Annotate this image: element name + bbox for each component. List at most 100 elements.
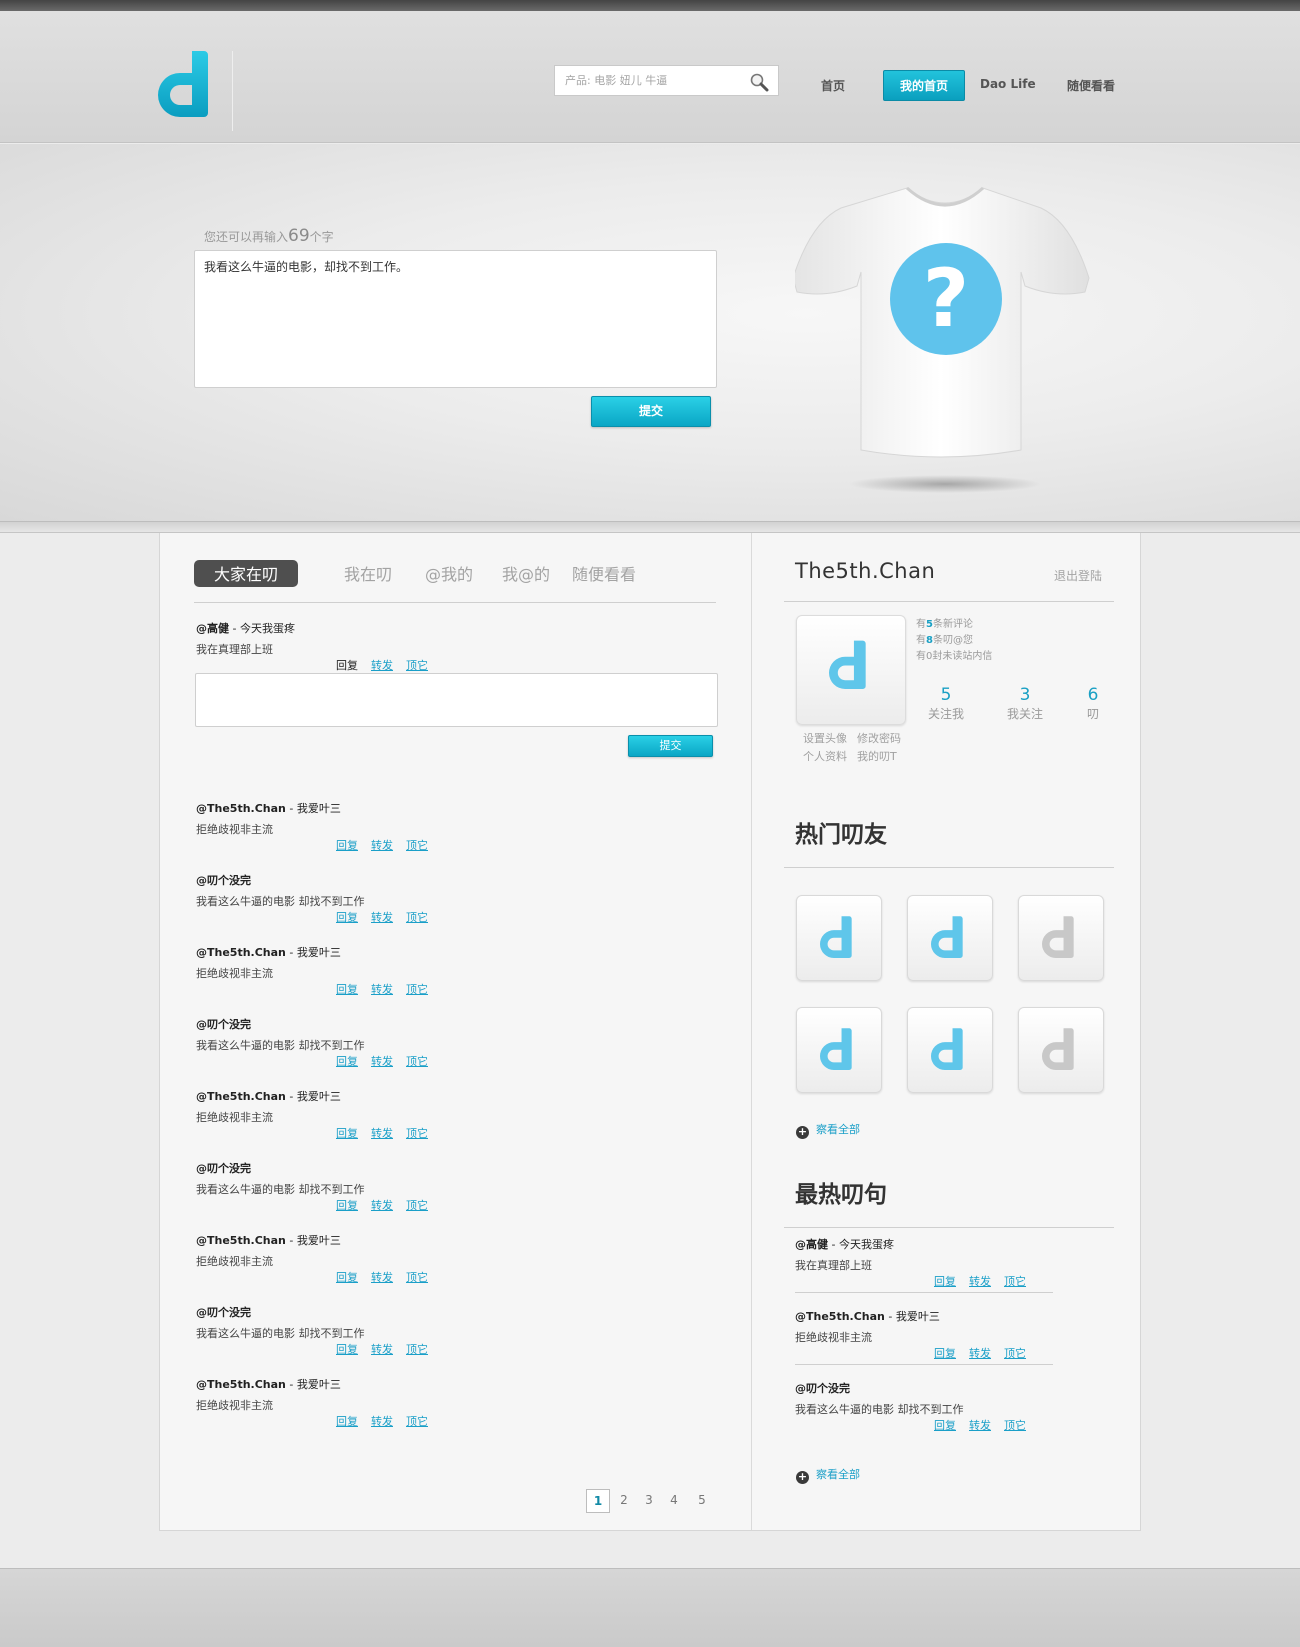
upvote-link[interactable]: 顶它 [406, 1271, 428, 1284]
repost-link[interactable]: 转发 [371, 1415, 393, 1428]
repost-link[interactable]: 转发 [371, 1199, 393, 1212]
change-password-link[interactable]: 修改密码 [857, 732, 901, 745]
post-user[interactable]: @叨个没完 [196, 1306, 251, 1319]
friend-avatar[interactable] [796, 1007, 882, 1093]
reply-link[interactable]: 回复 [336, 1055, 358, 1068]
upvote-link[interactable]: 顶它 [1004, 1419, 1026, 1432]
page-3[interactable]: 3 [637, 1489, 661, 1513]
see-all-friends-link[interactable]: + 察看全部 [796, 1121, 860, 1139]
tab-my-mentions[interactable]: 我@的 [502, 561, 550, 585]
friend-avatar[interactable] [796, 895, 882, 981]
nav-browse[interactable]: 随便看看 [1067, 77, 1115, 94]
tab-mine[interactable]: 我在叨 [344, 561, 392, 585]
char-counter-number: 69 [288, 226, 310, 246]
repost-link[interactable]: 转发 [371, 1343, 393, 1356]
post-user[interactable]: @高健 [196, 622, 229, 635]
post-user[interactable]: @The5th.Chan [196, 802, 286, 815]
post-actions: 回复 转发 顶它 [336, 657, 441, 673]
hot-posts-title: 最热叨句 [795, 1182, 887, 1208]
reply-link[interactable]: 回复 [336, 1415, 358, 1428]
stat-followers[interactable]: 5 关注我 [921, 685, 971, 722]
post-user[interactable]: @叨个没完 [196, 1018, 251, 1031]
friend-logo-icon [820, 1028, 852, 1070]
reply-link[interactable]: 回复 [336, 1199, 358, 1212]
upvote-link[interactable]: 顶它 [406, 1343, 428, 1356]
notice-comments[interactable]: 有5条新评论 [916, 617, 992, 633]
profile-username[interactable]: The5th.Chan [795, 559, 935, 583]
nav-home[interactable]: 首页 [821, 77, 845, 94]
notice-messages[interactable]: 有0封未读站内信 [916, 649, 992, 665]
upvote-link[interactable]: 顶它 [1004, 1347, 1026, 1360]
post-user[interactable]: @The5th.Chan [196, 1090, 286, 1103]
nav-my-home[interactable]: 我的首页 [883, 70, 966, 101]
repost-link[interactable]: 转发 [371, 983, 393, 996]
reply-link[interactable]: 回复 [336, 839, 358, 852]
status-textarea[interactable]: 我看这么牛逼的电影，却找不到工作。 [194, 250, 717, 388]
search-input[interactable] [555, 66, 740, 95]
post-user[interactable]: @The5th.Chan [795, 1310, 885, 1323]
upvote-link[interactable]: 顶它 [406, 659, 428, 672]
set-avatar-link[interactable]: 设置头像 [803, 732, 847, 745]
stat-following[interactable]: 3 我关注 [1000, 685, 1050, 722]
reply-input[interactable] [195, 673, 718, 727]
upvote-link[interactable]: 顶它 [406, 1415, 428, 1428]
profile-info-link[interactable]: 个人资料 [803, 750, 847, 763]
page-1[interactable]: 1 [586, 1489, 610, 1513]
post-user[interactable]: @叨个没完 [196, 874, 251, 887]
page-2[interactable]: 2 [612, 1489, 636, 1513]
post-user[interactable]: @叨个没完 [196, 1162, 251, 1175]
repost-link[interactable]: 转发 [371, 839, 393, 852]
upvote-link[interactable]: 顶它 [406, 1199, 428, 1212]
reply-link[interactable]: 回复 [934, 1275, 956, 1288]
post-user[interactable]: @高健 [795, 1238, 828, 1251]
reply-link[interactable]: 回复 [336, 659, 358, 672]
friend-avatar[interactable] [907, 1007, 993, 1093]
reply-link[interactable]: 回复 [336, 983, 358, 996]
post-user[interactable]: @The5th.Chan [196, 946, 286, 959]
repost-link[interactable]: 转发 [371, 659, 393, 672]
reply-link[interactable]: 回复 [336, 1271, 358, 1284]
upvote-link[interactable]: 顶它 [406, 839, 428, 852]
feed-post: @The5th.Chan - 我爱叶三 拒绝歧视非主流 [196, 944, 716, 981]
logout-link[interactable]: 退出登陆 [1054, 567, 1102, 584]
tab-everyone[interactable]: 大家在叨 [194, 560, 299, 587]
post-user[interactable]: @The5th.Chan [196, 1378, 286, 1391]
reply-link[interactable]: 回复 [336, 911, 358, 924]
repost-link[interactable]: 转发 [371, 1127, 393, 1140]
avatar[interactable] [796, 615, 906, 725]
tab-mentions-me[interactable]: @我的 [425, 561, 473, 585]
notice-mentions[interactable]: 有8条叨@您 [916, 633, 992, 649]
reply-link[interactable]: 回复 [336, 1127, 358, 1140]
upvote-link[interactable]: 顶它 [406, 983, 428, 996]
post-user[interactable]: @叨个没完 [795, 1382, 850, 1395]
repost-link[interactable]: 转发 [969, 1347, 991, 1360]
friend-avatar[interactable] [1018, 1007, 1104, 1093]
reply-submit-button[interactable]: 提交 [628, 735, 713, 757]
stat-posts[interactable]: 6叨 [1068, 685, 1118, 722]
logo-icon[interactable] [158, 51, 218, 123]
submit-button[interactable]: 提交 [591, 396, 711, 427]
reply-link[interactable]: 回复 [336, 1343, 358, 1356]
upvote-link[interactable]: 顶它 [1004, 1275, 1026, 1288]
reply-link[interactable]: 回复 [934, 1347, 956, 1360]
my-posts-link[interactable]: 我的叨T [857, 750, 897, 763]
repost-link[interactable]: 转发 [371, 911, 393, 924]
friend-avatar[interactable] [1018, 895, 1104, 981]
tab-browse[interactable]: 随便看看 [572, 561, 636, 585]
post-headline: 我爱叶三 [296, 1234, 341, 1247]
search-icon[interactable] [749, 72, 769, 92]
upvote-link[interactable]: 顶它 [406, 1127, 428, 1140]
repost-link[interactable]: 转发 [371, 1271, 393, 1284]
post-user[interactable]: @The5th.Chan [196, 1234, 286, 1247]
upvote-link[interactable]: 顶它 [406, 1055, 428, 1068]
upvote-link[interactable]: 顶它 [406, 911, 428, 924]
reply-link[interactable]: 回复 [934, 1419, 956, 1432]
friend-avatar[interactable] [907, 895, 993, 981]
page-5[interactable]: 5 [690, 1489, 714, 1513]
repost-link[interactable]: 转发 [371, 1055, 393, 1068]
repost-link[interactable]: 转发 [969, 1275, 991, 1288]
nav-dao-life[interactable]: Dao Life [980, 77, 1036, 91]
page-4[interactable]: 4 [662, 1489, 686, 1513]
see-all-posts-link[interactable]: + 察看全部 [796, 1466, 860, 1484]
repost-link[interactable]: 转发 [969, 1419, 991, 1432]
